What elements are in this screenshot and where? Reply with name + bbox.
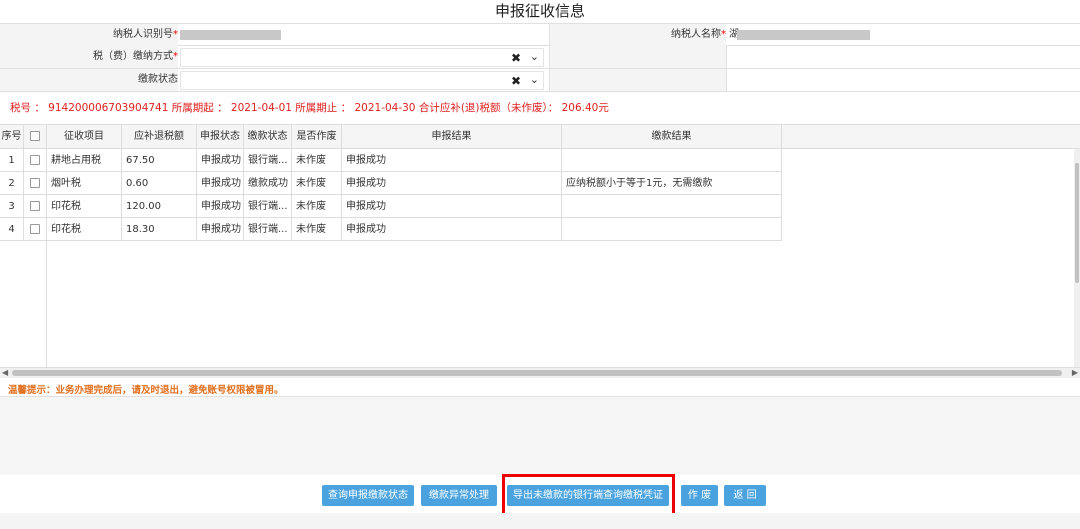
form-row-payment-status: 缴款状态 ✖ ⌄ [0,69,1080,92]
row-decl-result: 申报成功 [342,218,562,241]
row-checkbox[interactable] [30,201,40,211]
row-amount: 18.30 [122,218,197,241]
row-seq: 1 [0,149,24,172]
clear-icon[interactable]: ✖ [511,51,521,65]
row-item: 烟叶税 [47,172,122,195]
row-checkbox[interactable] [30,155,40,165]
header-seq: 序号 [0,125,24,148]
row-decl-status: 申报成功 [197,149,244,172]
tax-summary: 税号 ： 914200006703904741 所属期起 ： 2021-04-0… [10,102,609,114]
taxpayer-name-label: 纳税人名称* [550,24,726,46]
taxpayer-name-masked-value [737,30,870,40]
table-row[interactable]: 1 耕地占用税 67.50 申报成功 银行端... 未作废 申报成功 [0,149,782,172]
taxpayer-id-label: 纳税人识别号* [0,24,178,46]
declaration-table: 序号 征收项目 应补退税额 申报状态 缴款状态 是否作废 申报结果 缴款结果 1… [0,124,1080,378]
empty-gray-cell [549,69,726,91]
row-select[interactable] [24,195,47,218]
vertical-scrollbar[interactable] [1074,149,1080,367]
payment-method-select[interactable]: ✖ ⌄ [180,48,544,67]
row-decl-status: 申报成功 [197,195,244,218]
header-decl-status: 申报状态 [197,125,244,148]
row-item: 印花税 [47,195,122,218]
header-decl-result: 申报结果 [342,125,562,148]
row-gutter [0,241,47,367]
header-pay-status: 缴款状态 [244,125,292,148]
column-divider [726,46,727,68]
row-pay-result [562,195,782,218]
clear-icon[interactable]: ✖ [511,74,521,88]
taxpayer-id-masked-value [180,30,281,40]
payment-method-label: 税（费）缴纳方式* [0,46,178,68]
page-title: 申报征收信息 [494,2,585,20]
vertical-scroll-thumb[interactable] [1075,163,1079,283]
void-button[interactable]: 作 废 [681,485,718,506]
row-amount: 120.00 [122,195,197,218]
column-divider [726,69,727,91]
row-checkbox[interactable] [30,178,40,188]
row-seq: 2 [0,172,24,195]
warm-tip: 温馨提示：业务办理完成后，请及时退出，避免账号权限被冒用。 [8,385,284,396]
header-pay-result: 缴款结果 [562,125,782,148]
scroll-right-icon[interactable]: ▶ [1072,368,1078,377]
row-select[interactable] [24,149,47,172]
highlight-box [502,474,675,516]
row-select[interactable] [24,218,47,241]
row-select[interactable] [24,172,47,195]
row-item: 耕地占用税 [47,149,122,172]
chevron-down-icon[interactable]: ⌄ [530,73,539,86]
table-row[interactable]: 2 烟叶税 0.60 申报成功 缴款成功 未作废 申报成功 应纳税额小于等于1元… [0,172,782,195]
scroll-left-icon[interactable]: ◀ [2,368,8,377]
row-voided: 未作废 [292,218,342,241]
row-decl-result: 申报成功 [342,195,562,218]
row-checkbox[interactable] [30,224,40,234]
row-decl-status: 申报成功 [197,218,244,241]
row-pay-result [562,149,782,172]
chevron-down-icon[interactable]: ⌄ [530,50,539,63]
row-seq: 3 [0,195,24,218]
row-pay-result [562,218,782,241]
row-decl-result: 申报成功 [342,149,562,172]
blank-area [0,397,1080,475]
footer-band [0,513,1080,529]
row-voided: 未作废 [292,172,342,195]
payment-status-select[interactable]: ✖ ⌄ [180,71,544,90]
row-decl-result: 申报成功 [342,172,562,195]
header-voided: 是否作废 [292,125,342,148]
header-select-all[interactable] [24,125,47,148]
row-pay-status: 银行端... [244,149,292,172]
row-voided: 未作废 [292,195,342,218]
row-pay-status: 银行端... [244,218,292,241]
table-row[interactable]: 4 印花税 18.30 申报成功 银行端... 未作废 申报成功 [0,218,782,241]
row-pay-result: 应纳税额小于等于1元，无需缴款 [562,172,782,195]
row-amount: 67.50 [122,149,197,172]
header-amount: 应补退税额 [122,125,197,148]
table-row[interactable]: 3 印花税 120.00 申报成功 银行端... 未作废 申报成功 [0,195,782,218]
row-voided: 未作废 [292,149,342,172]
row-item: 印花税 [47,218,122,241]
header-item: 征收项目 [47,125,122,148]
payment-status-label: 缴款状态 [0,69,178,91]
row-decl-status: 申报成功 [197,172,244,195]
payment-exception-button[interactable]: 缴款异常处理 [421,485,497,506]
row-pay-status: 银行端... [244,195,292,218]
row-seq: 4 [0,218,24,241]
query-status-button[interactable]: 查询申报缴款状态 [322,485,414,506]
row-pay-status: 缴款成功 [244,172,292,195]
form-row-taxpayer: 纳税人识别号* 纳税人名称* 湖 [0,23,1080,46]
table-header: 序号 征收项目 应补退税额 申报状态 缴款状态 是否作废 申报结果 缴款结果 [0,125,1080,149]
form-row-payment-method: 税（费）缴纳方式* ✖ ⌄ [0,46,1080,69]
horizontal-scroll-thumb[interactable] [12,370,1062,376]
row-amount: 0.60 [122,172,197,195]
empty-gray-cell [549,46,726,68]
horizontal-scrollbar[interactable]: ◀ ▶ [0,367,1080,378]
select-all-checkbox[interactable] [30,131,40,141]
back-button[interactable]: 返 回 [724,485,766,506]
